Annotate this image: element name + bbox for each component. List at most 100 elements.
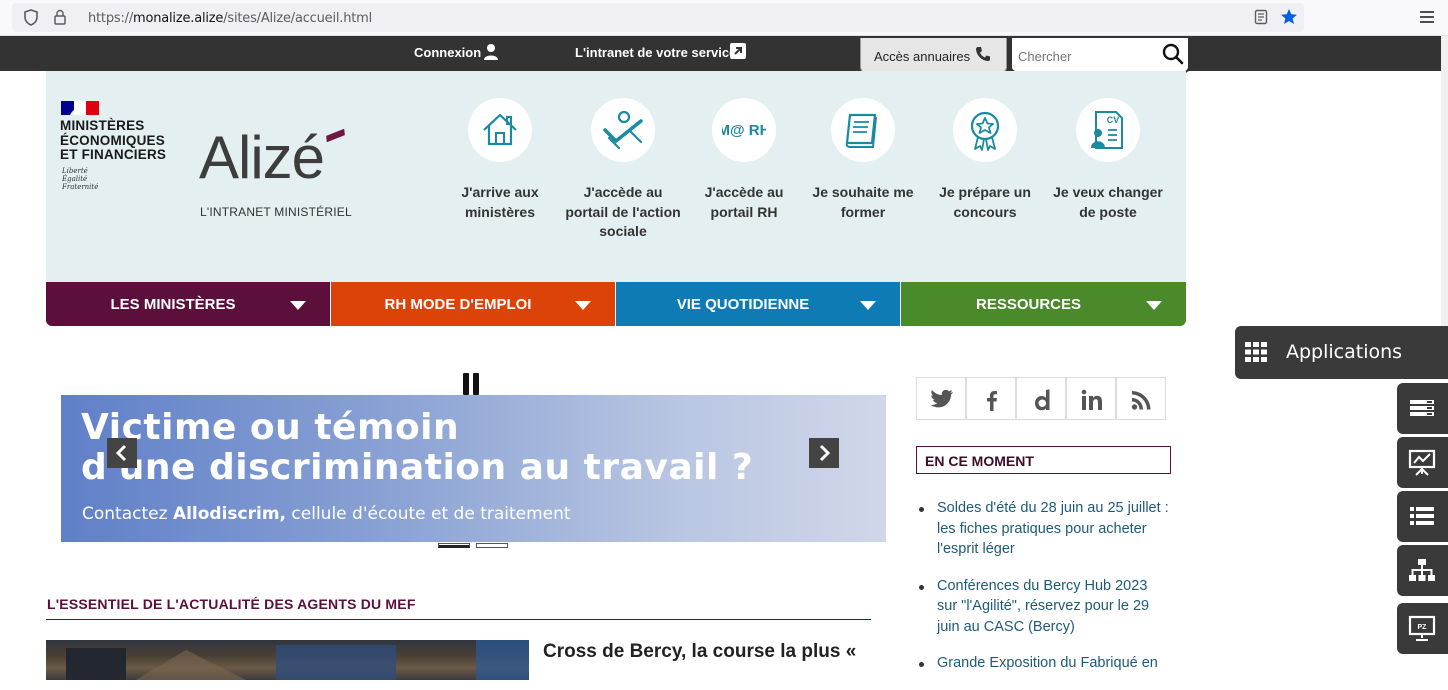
slide-subtitle: Contactez Allodiscrim, cellule d'écoute … <box>82 504 571 524</box>
carousel-dot-2[interactable] <box>476 543 508 548</box>
section-divider <box>46 619 871 620</box>
menu-label: LES MINISTÈRES <box>110 296 236 313</box>
en-ce-moment-label: EN CE MOMENT <box>925 453 1034 469</box>
list-item[interactable]: Grande Exposition du Fabriqué en <box>918 653 1170 674</box>
search-input[interactable] <box>1018 46 1158 66</box>
intranet-service-link[interactable]: L'intranet de votre service <box>575 45 736 60</box>
handshake-icon <box>603 110 643 150</box>
quicklink-circle: M@ RH <box>712 98 776 162</box>
quicklink-label: Je souhaite me former <box>812 184 914 220</box>
carousel-next-button[interactable] <box>809 438 839 468</box>
menu-label: VIE QUOTIDIENNE <box>676 296 810 313</box>
chevron-down-icon <box>290 301 306 310</box>
main-menu: LES MINISTÈRES RH MODE D'EMPLOI VIE QUOT… <box>46 282 1186 326</box>
lock-icon[interactable] <box>53 9 67 25</box>
shield-icon[interactable] <box>23 9 39 26</box>
ministry-name: MINISTÈRES ÉCONOMIQUES ET FINANCIERS <box>60 118 167 163</box>
medal-icon <box>970 111 1000 151</box>
news-photo <box>66 640 529 680</box>
quicklink-circle <box>831 98 895 162</box>
scrollbar-track[interactable] <box>1441 36 1448 326</box>
bookmark-star-icon[interactable] <box>1280 8 1298 26</box>
annuaires-button[interactable]: Accès annuaires <box>860 38 1007 73</box>
slide-headline-line-1: Victime ou témoin <box>81 407 460 448</box>
site-tagline: L'INTRANET MINISTÉRIEL <box>200 205 352 219</box>
section-title-essentiel: L'ESSENTIEL DE L'ACTUALITÉ DES AGENTS DU… <box>47 596 416 612</box>
screen-pz-icon: PZ <box>1408 615 1436 641</box>
top-bar: Connexion L'intranet de votre service <box>0 36 1448 71</box>
menu-ressources[interactable]: RESSOURCES <box>901 282 1186 326</box>
user-icon[interactable] <box>483 43 499 60</box>
presentation-icon <box>1408 449 1436 476</box>
side-button-list[interactable] <box>1397 491 1448 542</box>
side-button-sitemap[interactable] <box>1397 545 1448 596</box>
linkedin-link[interactable] <box>1066 377 1116 420</box>
chevron-right-icon <box>819 444 831 462</box>
list-icon <box>1410 507 1434 525</box>
house-icon <box>483 113 517 146</box>
side-button-presentation[interactable] <box>1397 437 1448 488</box>
carousel-pause-button[interactable] <box>463 373 483 395</box>
quicklink-circle: CV <box>1076 98 1140 162</box>
search-icon[interactable] <box>1162 43 1184 65</box>
dailymotion-link[interactable] <box>1016 377 1066 420</box>
side-button-screen-pz[interactable]: PZ <box>1397 603 1448 654</box>
logo-accent <box>326 128 345 143</box>
quicklink-label: J'arrive aux ministères <box>461 184 539 220</box>
sitemap-icon <box>1409 559 1435 581</box>
quicklink-circle <box>468 98 532 162</box>
ministry-line-2: ÉCONOMIQUES <box>60 132 165 148</box>
twitter-icon <box>930 389 953 408</box>
ministry-line-3: ET FINANCIERS <box>60 147 167 162</box>
mrh-icon: M@ RH <box>722 122 766 139</box>
carousel-dot-1[interactable] <box>438 543 470 548</box>
marianne-flag-logo <box>61 101 99 115</box>
hamburger-menu-icon[interactable] <box>1419 10 1435 24</box>
republic-motto: Liberté Égalité Fraternité <box>62 167 98 191</box>
slide-headline-line-2: d'une discrimination au travail ? <box>81 447 754 488</box>
side-button-stack[interactable] <box>1397 383 1448 434</box>
facebook-link[interactable] <box>966 377 1016 420</box>
connexion-link[interactable]: Connexion <box>414 45 481 60</box>
motto-egalite: Égalité <box>62 175 88 183</box>
quicklink-concours[interactable]: Je prépare un concours <box>924 98 1046 222</box>
applications-button[interactable]: Applications <box>1235 326 1448 379</box>
intranet-service-label: L'intranet de votre service <box>575 45 737 60</box>
quicklink-label: J'accède au portail RH <box>704 184 784 220</box>
list-item[interactable]: Soldes d'été du 28 juin au 25 juillet : … <box>918 498 1170 560</box>
annuaires-label: Accès annuaires <box>874 49 971 64</box>
menu-vie-quotidienne[interactable]: VIE QUOTIDIENNE <box>616 282 900 326</box>
ministry-line-1: MINISTÈRES <box>60 118 145 133</box>
quicklink-former[interactable]: Je souhaite me former <box>802 98 924 222</box>
carousel-slide[interactable]: Victime ou témoin d'une discrimination a… <box>61 395 886 542</box>
chevron-down-icon <box>575 301 591 310</box>
address-bar[interactable]: https://monalize.alize/sites/Alize/accue… <box>12 3 1304 32</box>
site-logo[interactable]: Alizé <box>199 123 325 193</box>
twitter-link[interactable] <box>916 377 966 420</box>
menu-rh-mode-emploi[interactable]: RH MODE D'EMPLOI <box>331 282 615 326</box>
motto-liberte: Liberté <box>62 167 88 175</box>
news-image[interactable] <box>46 640 529 680</box>
connexion-label: Connexion <box>414 45 482 60</box>
search-box <box>1010 38 1190 73</box>
svg-text:M@ RH: M@ RH <box>722 122 766 139</box>
svg-text:PZ: PZ <box>1418 624 1428 631</box>
phone-icon <box>976 47 990 61</box>
menu-les-ministeres[interactable]: LES MINISTÈRES <box>46 282 330 326</box>
rss-link[interactable] <box>1116 377 1166 420</box>
news-title[interactable]: Cross de Bercy, la course la plus « <box>543 641 856 663</box>
quicklink-label: J'accède au portail de l'action sociale <box>565 184 681 239</box>
quicklink-portail-rh[interactable]: M@ RH J'accède au portail RH <box>683 98 805 222</box>
slide-headline: Victime ou témoin d'une discrimination a… <box>81 408 753 488</box>
browser-toolbar: https://monalize.alize/sites/Alize/accue… <box>0 0 1448 36</box>
url-text: https://monalize.alize/sites/Alize/accue… <box>88 11 373 26</box>
quicklink-label: Je veux changer de poste <box>1053 184 1163 220</box>
quicklink-arrive[interactable]: J'arrive aux ministères <box>439 98 561 222</box>
list-item[interactable]: Conférences du Bercy Hub 2023 sur "l'Agi… <box>918 576 1170 638</box>
quicklink-changer-poste[interactable]: CV Je veux changer de poste <box>1047 98 1169 222</box>
en-ce-moment-header: EN CE MOMENT <box>916 446 1171 474</box>
reader-view-icon[interactable] <box>1254 9 1268 25</box>
quicklink-action-sociale[interactable]: J'accède au portail de l'action sociale <box>562 98 684 242</box>
external-link-icon[interactable] <box>730 43 746 59</box>
carousel-prev-button[interactable] <box>107 438 137 468</box>
